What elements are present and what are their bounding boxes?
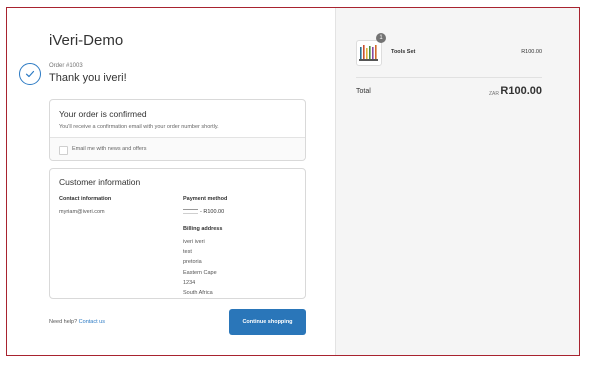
- order-summary-panel: 1 Tools Set R100.00 Total ZAR R100.00: [335, 8, 579, 355]
- total-currency: ZAR: [489, 91, 499, 97]
- payment-amount: - R100.00: [200, 209, 225, 215]
- total-amount: R100.00: [500, 85, 542, 97]
- billing-line: pretoria: [183, 259, 202, 266]
- need-help-text: Need help?: [49, 319, 78, 325]
- billing-address: iveri iveri test pretoria Eastern Cape 1…: [183, 237, 217, 298]
- thank-you-heading: Thank you iveri!: [49, 72, 127, 84]
- product-thumbnail: [356, 40, 382, 66]
- newsletter-row: Email me with news and offers: [50, 137, 305, 160]
- contact-us-link[interactable]: Contact us: [79, 319, 105, 325]
- quantity-badge: 1: [376, 33, 386, 43]
- product-price: R100.00: [521, 49, 542, 55]
- product-name: Tools Set: [391, 49, 416, 55]
- contact-email: myriam@iveri.com: [59, 209, 105, 215]
- card-icon: [183, 209, 198, 214]
- billing-address-label: Billing address: [183, 226, 223, 232]
- confirmation-title: Your order is confirmed: [59, 109, 147, 119]
- contact-info-label: Contact information: [59, 196, 112, 202]
- payment-method-label: Payment method: [183, 196, 228, 202]
- order-number: Order #1003: [49, 63, 83, 69]
- customer-info-title: Customer information: [59, 177, 141, 187]
- checkout-window: iVeri-Demo Order #1003 Thank you iveri! …: [6, 7, 580, 356]
- billing-line: iveri iveri: [183, 239, 205, 245]
- billing-line: test: [183, 249, 192, 256]
- need-help: Need help? Contact us: [49, 319, 105, 325]
- continue-shopping-button[interactable]: Continue shopping: [229, 309, 306, 335]
- customer-information-box: Customer information Contact information…: [49, 168, 306, 299]
- confirmation-text: You'll receive a confirmation email with…: [59, 124, 219, 130]
- billing-line: Eastern Cape: [183, 269, 217, 276]
- billing-line: South Africa: [183, 290, 213, 297]
- total-label: Total: [356, 88, 371, 95]
- summary-divider: [356, 77, 542, 78]
- store-name: iVeri-Demo: [49, 32, 124, 49]
- billing-line: 1234: [183, 279, 196, 286]
- check-circle-icon: [19, 63, 41, 85]
- order-confirmed-box: Your order is confirmed You'll receive a…: [49, 99, 306, 161]
- newsletter-checkbox[interactable]: [59, 146, 68, 155]
- newsletter-label[interactable]: Email me with news and offers: [72, 146, 147, 152]
